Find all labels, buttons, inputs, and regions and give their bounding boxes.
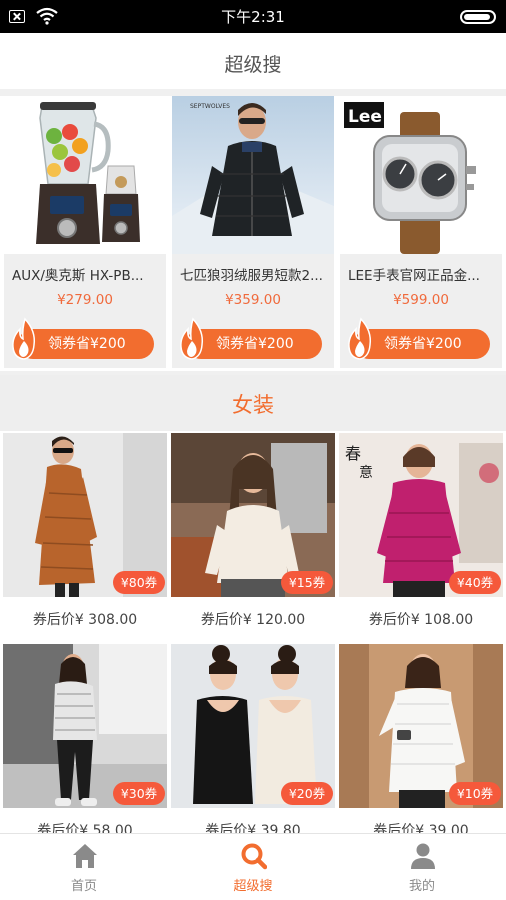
page-title: 超级搜: [224, 54, 282, 76]
svg-text:Lee: Lee: [348, 107, 382, 127]
product-name: 七匹狼羽绒服男短款2...: [180, 268, 323, 284]
grid-item[interactable]: ¥20券 券后价¥ 39.80: [171, 642, 335, 847]
battery-icon: [460, 10, 496, 24]
coupon-badge: ¥40券: [449, 571, 501, 594]
flame-icon: [348, 317, 372, 360]
grid-item[interactable]: ¥10券 券后价¥ 39.00: [339, 642, 503, 847]
nav-profile-label: 我的: [408, 879, 435, 894]
coupon-button[interactable]: 领券省¥200: [348, 317, 490, 360]
price-after-coupon: 券后价¥ 108.00: [368, 612, 474, 628]
product-grid: ¥80券 券后价¥ 308.00 ¥15券 券后价¥ 120.00 春 意 ¥4…: [0, 431, 506, 841]
category-title: 女装: [232, 393, 274, 417]
coupon-button[interactable]: 领券省¥200: [12, 317, 154, 360]
coupon-badge: ¥15券: [281, 571, 333, 594]
coupon-badge: ¥20券: [281, 782, 333, 805]
flame-icon: [180, 317, 204, 360]
product-price: ¥279.00: [57, 292, 113, 308]
product-price: ¥359.00: [225, 292, 281, 308]
grid-item[interactable]: ¥80券 券后价¥ 308.00: [3, 431, 167, 636]
product-card[interactable]: Lee LEE手表官网正品金... ¥599.00 领券省¥200: [340, 96, 502, 368]
svg-text:意: 意: [359, 464, 373, 481]
svg-text:SEPTWOLVES: SEPTWOLVES: [190, 103, 230, 110]
nav-profile[interactable]: 我的: [338, 834, 506, 900]
flame-icon: [12, 317, 36, 360]
price-after-coupon: 券后价¥ 308.00: [32, 612, 138, 628]
price-after-coupon: 券后价¥ 120.00: [200, 612, 306, 628]
bottom-nav: 首页 超级搜 我的: [0, 833, 506, 900]
product-price: ¥599.00: [393, 292, 449, 308]
coupon-badge: ¥10券: [449, 782, 501, 805]
page-header: 超级搜: [0, 33, 506, 89]
coupon-label: 领券省¥200: [216, 336, 294, 352]
product-name: AUX/奥克斯 HX-PB...: [12, 268, 144, 284]
coupon-badge: ¥30券: [113, 782, 165, 805]
product-image: Lee: [340, 96, 502, 254]
nav-home[interactable]: 首页: [0, 834, 168, 900]
user-icon: [411, 843, 435, 869]
nav-super-search-label: 超级搜: [233, 879, 273, 894]
product-image: SEPTWOLVES: [172, 96, 334, 254]
product-card[interactable]: SEPTWOLVES 七匹狼羽绒服男短款2... ¥359.00 领券省¥200: [172, 96, 334, 368]
svg-text:春: 春: [345, 444, 361, 463]
grid-item[interactable]: ¥30券 券后价¥ 58.00: [3, 642, 167, 847]
nav-super-search[interactable]: 超级搜: [169, 834, 337, 900]
grid-item[interactable]: 春 意 ¥40券 券后价¥ 108.00: [339, 431, 503, 636]
featured-products: AUX/奥克斯 HX-PB... ¥279.00 领券省¥200 SEPTWOL…: [0, 96, 506, 371]
search-icon: [241, 843, 267, 870]
product-image: [4, 96, 166, 254]
coupon-label: 领券省¥200: [384, 336, 462, 352]
status-time: 下午2:31: [221, 8, 285, 26]
status-bar: 下午2:31: [0, 0, 506, 33]
nav-home-label: 首页: [70, 879, 97, 894]
coupon-badge: ¥80券: [113, 571, 165, 594]
product-card[interactable]: AUX/奥克斯 HX-PB... ¥279.00 领券省¥200: [4, 96, 166, 368]
category-header: 女装: [0, 375, 506, 431]
grid-item[interactable]: ¥15券 券后价¥ 120.00: [171, 431, 335, 636]
home-icon: [73, 844, 97, 868]
coupon-label: 领券省¥200: [48, 336, 126, 352]
app-screen: 下午2:31 超级搜 AUX/奥克斯 HX-PB... ¥279.00 领券省¥…: [0, 0, 506, 900]
product-name: LEE手表官网正品金...: [348, 268, 480, 284]
coupon-button[interactable]: 领券省¥200: [180, 317, 322, 360]
